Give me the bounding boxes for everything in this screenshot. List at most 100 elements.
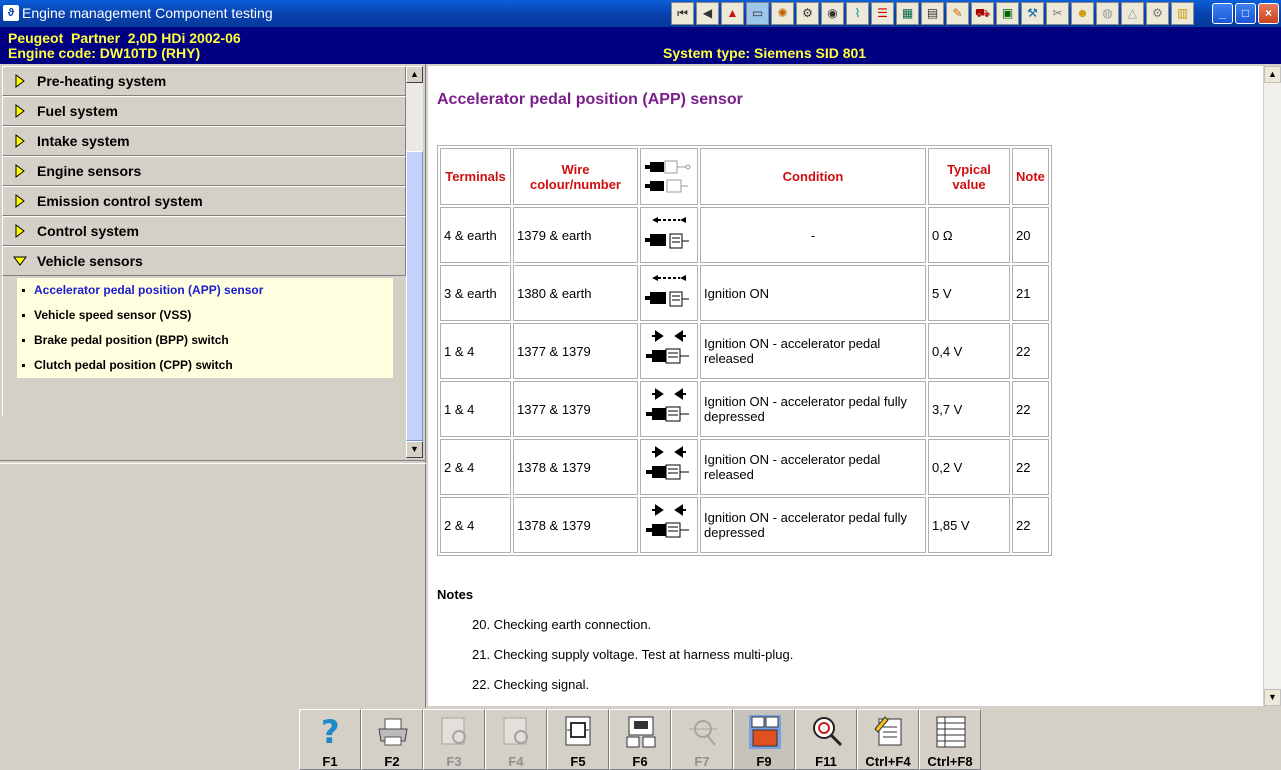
f2-print-button[interactable]: F2	[361, 709, 423, 770]
list-item-vss[interactable]: Vehicle speed sensor (VSS)	[17, 303, 393, 328]
function-key-bar: ? F1 F2 F3 F4 F5 F6 F7 F9 F11 Ctrl+F4 Ct…	[0, 708, 1281, 770]
component-location-icon	[565, 716, 591, 746]
list-item-cpp-switch[interactable]: Clutch pedal position (CPP) switch	[17, 353, 393, 378]
panel-divider[interactable]	[0, 460, 426, 464]
category-vehicle-sensors[interactable]: Vehicle sensors	[2, 246, 406, 276]
scroll-thumb[interactable]	[406, 151, 423, 441]
content-scrollbar[interactable]: ▲ ▼	[1264, 66, 1281, 706]
header-note: Note	[1012, 148, 1049, 205]
f7-button[interactable]: F7	[671, 709, 733, 770]
cell-value: 0,2 V	[928, 439, 1010, 495]
cell-condition: -	[700, 207, 926, 263]
fkey-label: F7	[694, 754, 710, 769]
settings-icon[interactable]: ✺	[771, 2, 794, 25]
bullet-icon	[22, 339, 25, 342]
cell-terminals: 2 & 4	[440, 497, 511, 553]
list-item-bpp-switch[interactable]: Brake pedal position (BPP) switch	[17, 328, 393, 353]
cell-value: 0 Ω	[928, 207, 1010, 263]
sidebar-scrollbar[interactable]: ▲ ▼	[406, 66, 423, 458]
cell-note: 22	[1012, 497, 1049, 553]
header-condition: Condition	[700, 148, 926, 205]
f9-fault-code-button[interactable]: F9	[733, 709, 795, 770]
cell-value: 0,4 V	[928, 323, 1010, 379]
table-header: Terminals Wire colour/number Condition T…	[440, 148, 1049, 205]
category-label: Fuel system	[37, 103, 118, 119]
header-typical: Typical value	[928, 148, 1010, 205]
scroll-up-button[interactable]: ▲	[1264, 66, 1281, 83]
category-engine-sensors[interactable]: Engine sensors	[2, 156, 406, 186]
warning-icon[interactable]: ▲	[721, 2, 744, 25]
note-item: 21. Checking supply voltage. Test at har…	[472, 647, 794, 662]
maximize-button[interactable]: □	[1235, 3, 1256, 24]
header-terminals: Terminals	[440, 148, 511, 205]
arrow-right-icon	[15, 74, 25, 88]
window-title: Engine management Component testing	[22, 5, 273, 21]
circuit-icon[interactable]: ⌇	[846, 2, 869, 25]
category-control[interactable]: Control system	[2, 216, 406, 246]
f1-help-button[interactable]: ? F1	[299, 709, 361, 770]
monitor-icon[interactable]: ▣	[996, 2, 1019, 25]
f6-button[interactable]: F6	[609, 709, 671, 770]
scroll-down-button[interactable]: ▼	[406, 441, 423, 458]
notes-heading: Notes	[437, 587, 474, 602]
film-icon[interactable]: ▦	[896, 2, 919, 25]
cell-terminals: 1 & 4	[440, 381, 511, 437]
ctrl-f8-list-button[interactable]: Ctrl+F8	[919, 709, 981, 770]
table-row: 3 & earth 1380 & earth Ignition ON 5 V 2…	[440, 265, 1049, 321]
notes-icon[interactable]: ▥	[1171, 2, 1194, 25]
wrench-icon[interactable]: ✂	[1046, 2, 1069, 25]
close-button[interactable]: ×	[1258, 3, 1279, 24]
fkey-label: F1	[322, 754, 338, 769]
list-icon[interactable]: ☰	[871, 2, 894, 25]
f4-button[interactable]: F4	[485, 709, 547, 770]
list-item-app-sensor[interactable]: Accelerator pedal position (APP) sensor	[17, 278, 393, 303]
cell-terminals: 1 & 4	[440, 323, 511, 379]
f5-button[interactable]: F5	[547, 709, 609, 770]
engine-icon[interactable]: ⚙	[1146, 2, 1169, 25]
face-icon[interactable]: ☻	[1071, 2, 1094, 25]
header-connector-icon	[640, 148, 698, 205]
toolbar: ⏮ ◀ ▲ ▭ ✺ ⚙ ◉ ⌇ ☰ ▦ ▤ ✎ ⛟ ▣ ⚒ ✂ ☻ ◍ △ ⚙ …	[671, 2, 1196, 25]
f11-search-button[interactable]: F11	[795, 709, 857, 770]
cell-value: 5 V	[928, 265, 1010, 321]
tools-icon[interactable]: ⚒	[1021, 2, 1044, 25]
picture-icon[interactable]: ▭	[746, 2, 769, 25]
cell-condition: Ignition ON	[700, 265, 926, 321]
ctrl-f4-notes-button[interactable]: Ctrl+F4	[857, 709, 919, 770]
connector-joined-icon	[640, 381, 698, 437]
test-table: Terminals Wire colour/number Condition T…	[437, 145, 1052, 556]
back-icon[interactable]: ◀	[696, 2, 719, 25]
timing-icon[interactable]: ✎	[946, 2, 969, 25]
vehicle-info-bar: Peugeot Partner 2,0D HDi 2002-06 Engine …	[0, 27, 1281, 64]
component-icon[interactable]: ▤	[921, 2, 944, 25]
scroll-down-button[interactable]: ▼	[1264, 689, 1281, 706]
gear-icon[interactable]: ⚙	[796, 2, 819, 25]
vehicle-model: Peugeot Partner 2,0D HDi 2002-06	[8, 30, 241, 46]
category-pre-heating[interactable]: Pre-heating system	[2, 66, 406, 96]
car-icon[interactable]: ⛟	[971, 2, 994, 25]
bullet-icon	[22, 364, 25, 367]
connector-joined-icon	[640, 439, 698, 495]
minimize-button[interactable]: _	[1212, 3, 1233, 24]
vehicle-sensors-subpanel: Accelerator pedal position (APP) sensor …	[2, 276, 406, 416]
fkey-label: Ctrl+F4	[865, 754, 911, 769]
category-label: Control system	[37, 223, 139, 239]
system-type: System type: Siemens SID 801	[663, 45, 867, 61]
sensor-icon[interactable]: ◉	[821, 2, 844, 25]
category-emission[interactable]: Emission control system	[2, 186, 406, 216]
scroll-up-button[interactable]: ▲	[406, 66, 423, 83]
first-icon[interactable]: ⏮	[671, 2, 694, 25]
cell-wire: 1377 & 1379	[513, 323, 638, 379]
category-label: Intake system	[37, 133, 130, 149]
cell-wire: 1380 & earth	[513, 265, 638, 321]
f3-button[interactable]: F3	[423, 709, 485, 770]
cell-terminals: 4 & earth	[440, 207, 511, 263]
category-label: Engine sensors	[37, 163, 142, 179]
arrow-right-icon	[15, 194, 25, 208]
category-intake[interactable]: Intake system	[2, 126, 406, 156]
category-fuel[interactable]: Fuel system	[2, 96, 406, 126]
hazard-icon[interactable]: △	[1121, 2, 1144, 25]
disc-icon[interactable]: ◍	[1096, 2, 1119, 25]
bullet-icon	[22, 314, 25, 317]
cell-wire: 1378 & 1379	[513, 497, 638, 553]
